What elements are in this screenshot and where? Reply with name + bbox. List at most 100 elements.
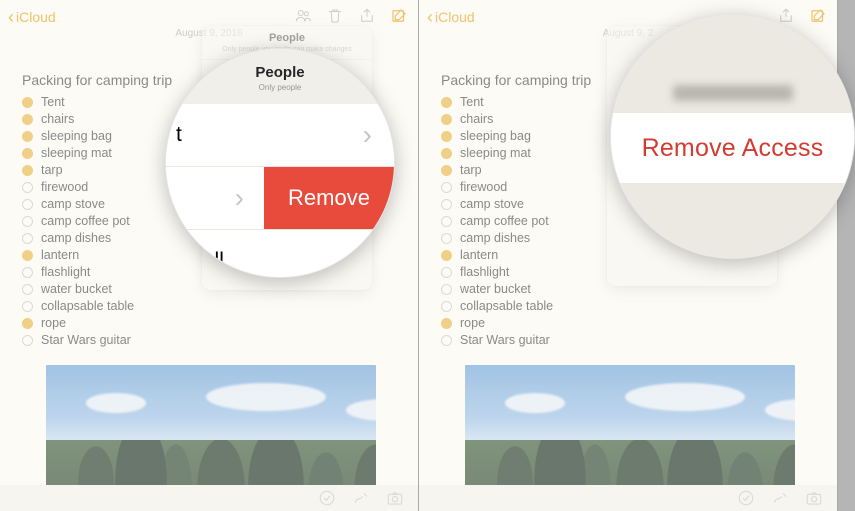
remove-label: Remove bbox=[288, 185, 370, 211]
back-label: iCloud bbox=[16, 9, 56, 25]
checklist-item-label: camp stove bbox=[41, 196, 105, 213]
checklist-item-label: sleeping mat bbox=[460, 145, 531, 162]
checklist-item-label: chairs bbox=[460, 111, 493, 128]
bullet-empty-icon[interactable] bbox=[441, 233, 452, 244]
bullet-empty-icon[interactable] bbox=[22, 301, 33, 312]
bullet-filled-icon[interactable] bbox=[22, 250, 33, 261]
checklist-item-label: rope bbox=[460, 315, 485, 332]
person-row[interactable]: dwell › bbox=[166, 230, 394, 278]
camera-icon[interactable] bbox=[805, 488, 823, 508]
bullet-filled-icon[interactable] bbox=[441, 148, 452, 159]
bullet-empty-icon[interactable] bbox=[441, 199, 452, 210]
person-row-swiped[interactable]: › Remove bbox=[166, 167, 394, 230]
checklist-item-label: water bucket bbox=[460, 281, 531, 298]
checklist-item-label: camp coffee pot bbox=[460, 213, 549, 230]
top-actions bbox=[294, 6, 408, 26]
bullet-empty-icon[interactable] bbox=[22, 233, 33, 244]
bullet-empty-icon[interactable] bbox=[441, 182, 452, 193]
magnifier-remove-access: Remove Access bbox=[610, 14, 855, 259]
bullet-filled-icon[interactable] bbox=[22, 97, 33, 108]
popover-title: People bbox=[202, 26, 372, 46]
bullet-empty-icon[interactable] bbox=[441, 284, 452, 295]
bullet-filled-icon[interactable] bbox=[441, 165, 452, 176]
chevron-right-icon: › bbox=[235, 182, 244, 214]
bullet-filled-icon[interactable] bbox=[22, 131, 33, 142]
back-button[interactable]: ‹ iCloud bbox=[8, 8, 56, 26]
trash-icon[interactable] bbox=[326, 6, 344, 26]
bullet-filled-icon[interactable] bbox=[441, 131, 452, 142]
checklist-item[interactable]: collapsable table bbox=[22, 298, 400, 315]
compose-icon[interactable] bbox=[390, 6, 408, 26]
checklist-item-label: lantern bbox=[460, 247, 498, 264]
bullet-empty-icon[interactable] bbox=[441, 301, 452, 312]
person-row[interactable]: t › bbox=[166, 104, 394, 167]
bullet-empty-icon[interactable] bbox=[22, 199, 33, 210]
checklist-item-label: flashlight bbox=[41, 264, 90, 281]
checklist-item-label: Star Wars guitar bbox=[460, 332, 550, 349]
remove-access-label: Remove Access bbox=[642, 134, 824, 163]
bullet-filled-icon[interactable] bbox=[441, 318, 452, 329]
bullet-filled-icon[interactable] bbox=[22, 165, 33, 176]
checklist-item-label: sleeping mat bbox=[41, 145, 112, 162]
checklist-item[interactable]: Star Wars guitar bbox=[441, 332, 819, 349]
remove-button[interactable]: Remove bbox=[264, 167, 394, 229]
bullet-empty-icon[interactable] bbox=[441, 216, 452, 227]
checklist-item-label: flashlight bbox=[460, 264, 509, 281]
bullet-empty-icon[interactable] bbox=[22, 267, 33, 278]
bottom-toolbar bbox=[419, 485, 837, 511]
chevron-right-icon: › bbox=[363, 119, 372, 151]
checklist-item-label: chairs bbox=[41, 111, 74, 128]
checklist-item-label: firewood bbox=[460, 179, 507, 196]
checklist-item-label: tarp bbox=[41, 162, 63, 179]
chevron-left-icon: ‹ bbox=[427, 8, 433, 26]
bullet-empty-icon[interactable] bbox=[22, 182, 33, 193]
checklist-item-label: lantern bbox=[41, 247, 79, 264]
top-actions bbox=[777, 6, 827, 26]
compose-icon[interactable] bbox=[809, 6, 827, 26]
bullet-empty-icon[interactable] bbox=[22, 216, 33, 227]
checklist-icon[interactable] bbox=[318, 488, 336, 508]
checklist-item-label: camp dishes bbox=[460, 230, 530, 247]
back-button[interactable]: ‹ iCloud bbox=[427, 8, 475, 26]
magnifier-people-remove: People Only people t › › Remove dwell › bbox=[165, 48, 395, 278]
camera-icon[interactable] bbox=[386, 488, 404, 508]
bottom-toolbar bbox=[0, 485, 418, 511]
bullet-empty-icon[interactable] bbox=[22, 284, 33, 295]
chevron-right-icon: › bbox=[363, 245, 372, 277]
checklist-item-label: Star Wars guitar bbox=[41, 332, 131, 349]
people-icon[interactable] bbox=[294, 6, 312, 26]
bullet-filled-icon[interactable] bbox=[441, 250, 452, 261]
share-icon[interactable] bbox=[358, 6, 376, 26]
bullet-filled-icon[interactable] bbox=[22, 318, 33, 329]
checklist-item[interactable]: collapsable table bbox=[441, 298, 819, 315]
draw-icon[interactable] bbox=[352, 488, 370, 508]
bullet-filled-icon[interactable] bbox=[22, 148, 33, 159]
person-name-fragment: t bbox=[176, 123, 182, 147]
bullet-empty-icon[interactable] bbox=[441, 335, 452, 346]
bullet-filled-icon[interactable] bbox=[22, 114, 33, 125]
checklist-item-label: tarp bbox=[460, 162, 482, 179]
remove-access-button[interactable]: Remove Access bbox=[611, 113, 854, 183]
bullet-empty-icon[interactable] bbox=[441, 267, 452, 278]
checklist-item-label: firewood bbox=[41, 179, 88, 196]
checklist-item-label: camp coffee pot bbox=[41, 213, 130, 230]
checklist-item[interactable]: Star Wars guitar bbox=[22, 332, 400, 349]
checklist-item-label: collapsable table bbox=[460, 298, 553, 315]
bullet-filled-icon[interactable] bbox=[441, 97, 452, 108]
chevron-left-icon: ‹ bbox=[8, 8, 14, 26]
draw-icon[interactable] bbox=[771, 488, 789, 508]
person-name-fragment: dwell bbox=[176, 249, 224, 273]
bullet-filled-icon[interactable] bbox=[441, 114, 452, 125]
checklist-item-label: sleeping bag bbox=[460, 128, 531, 145]
checklist-item-label: rope bbox=[41, 315, 66, 332]
magnifier-sub: Only people bbox=[166, 83, 394, 92]
back-label: iCloud bbox=[435, 9, 475, 25]
checklist-item-label: camp stove bbox=[460, 196, 524, 213]
bullet-empty-icon[interactable] bbox=[22, 335, 33, 346]
checklist-item-label: collapsable table bbox=[41, 298, 134, 315]
checklist-icon[interactable] bbox=[737, 488, 755, 508]
checklist-item-label: camp dishes bbox=[41, 230, 111, 247]
checklist-item[interactable]: rope bbox=[22, 315, 400, 332]
checklist-item-label: Tent bbox=[460, 94, 484, 111]
checklist-item[interactable]: rope bbox=[441, 315, 819, 332]
